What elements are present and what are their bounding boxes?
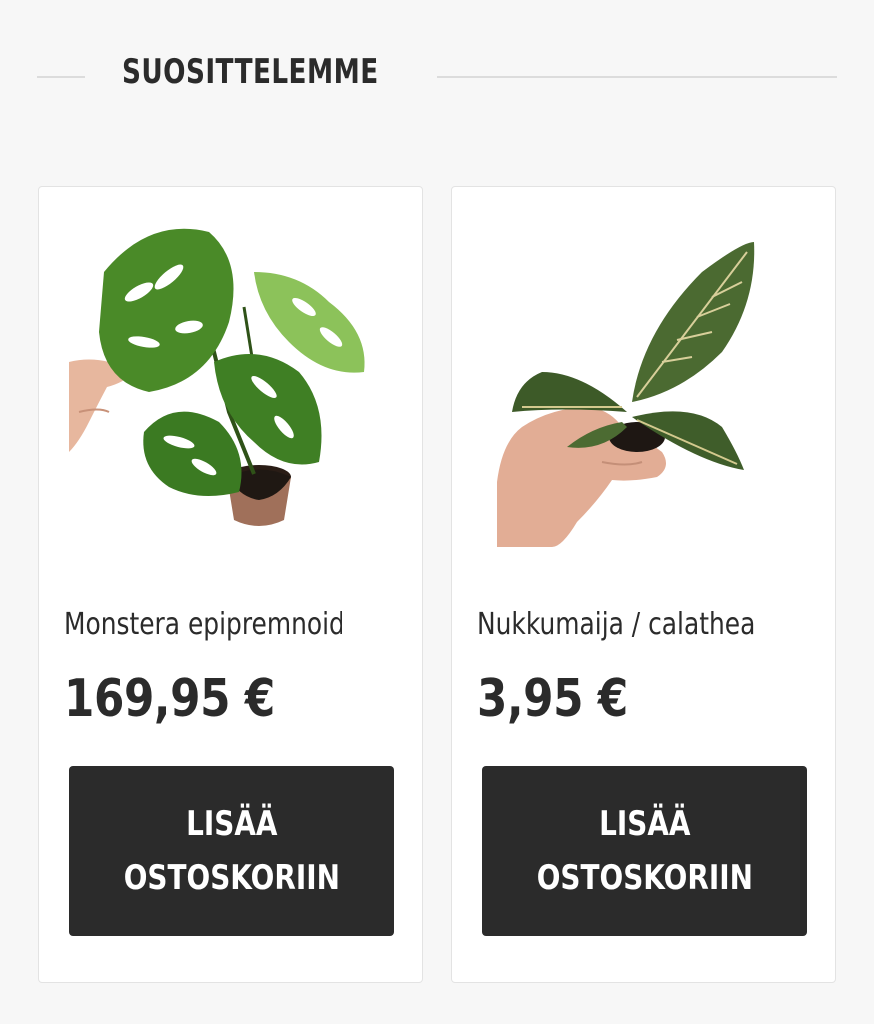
product-image-monstera[interactable] <box>69 212 394 552</box>
product-card[interactable]: Nukkumaija / calathea ”... 3,95 € LISÄÄ O… <box>451 186 836 983</box>
add-to-cart-label: LISÄÄ OSTOSKORIIN <box>513 797 777 905</box>
add-to-cart-label-line: OSTOSKORIIN <box>123 858 340 898</box>
product-image-calathea[interactable] <box>482 212 807 552</box>
product-price: 169,95 € <box>64 669 275 729</box>
header-divider-left <box>37 76 85 78</box>
add-to-cart-button[interactable]: LISÄÄ OSTOSKORIIN <box>482 766 807 936</box>
section-title: SUOSITTELEMME <box>122 52 379 92</box>
product-price: 3,95 € <box>477 669 628 729</box>
product-name[interactable]: Monstera epipremnoide... <box>64 607 342 642</box>
add-to-cart-label: LISÄÄ OSTOSKORIIN <box>100 797 364 905</box>
add-to-cart-label-line: OSTOSKORIIN <box>536 858 753 898</box>
add-to-cart-label-line: LISÄÄ <box>185 804 278 844</box>
product-card[interactable]: Monstera epipremnoide... 169,95 € LISÄÄ O… <box>38 186 423 983</box>
add-to-cart-button[interactable]: LISÄÄ OSTOSKORIIN <box>69 766 394 936</box>
header-divider-right <box>437 76 837 78</box>
product-name[interactable]: Nukkumaija / calathea ”... <box>477 607 755 642</box>
recommended-section-header: SUOSITTELEMME <box>0 0 874 150</box>
add-to-cart-label-line: LISÄÄ <box>598 804 691 844</box>
